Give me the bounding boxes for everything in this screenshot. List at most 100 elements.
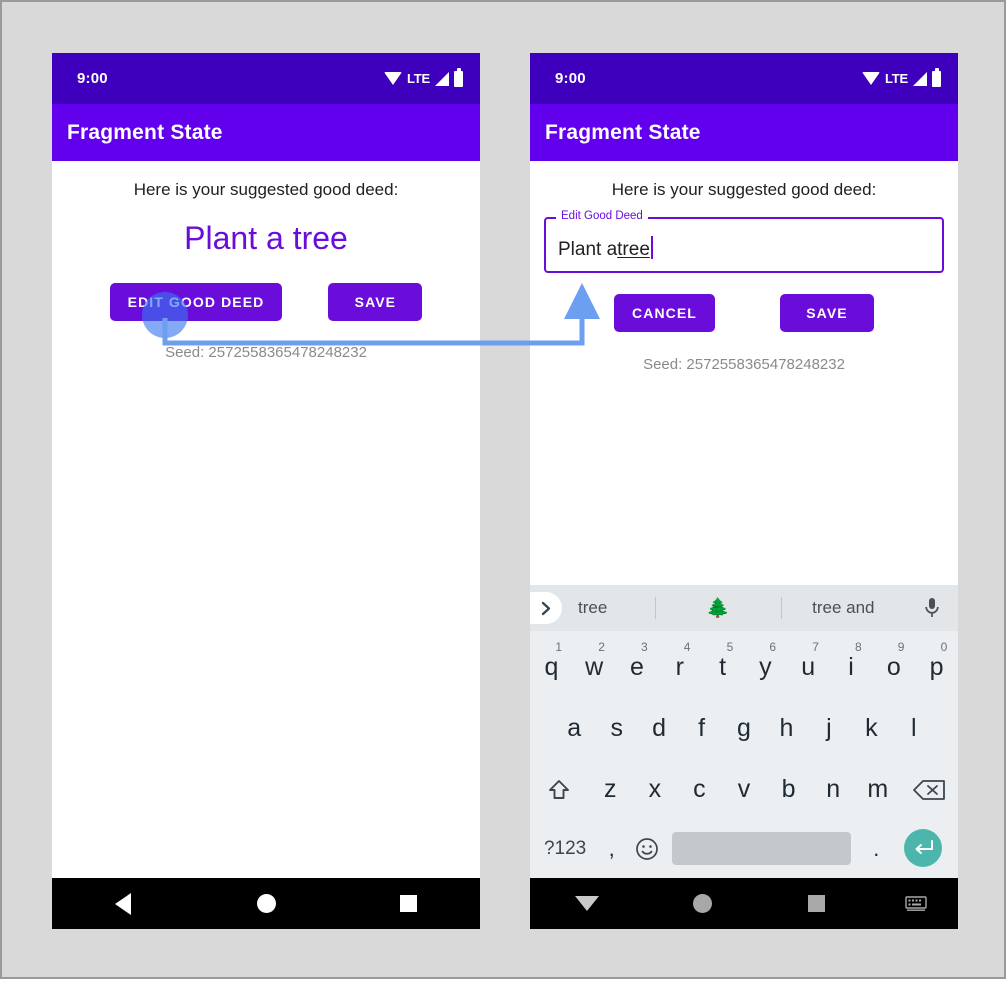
key-q-num: 1: [555, 640, 563, 654]
nav-keyboard-switch-button[interactable]: [874, 895, 958, 912]
key-y-label: y: [759, 653, 772, 681]
suggestion-strip: tree 🌲 tree and: [530, 585, 958, 631]
seed-text: Seed: 2572558365478248232: [165, 344, 367, 361]
edit-good-deed-field[interactable]: Edit Good Deed Plant a tree: [544, 209, 944, 273]
app-bar-left: Fragment State: [52, 104, 480, 161]
keyboard-row-2: a s d f g h j k l: [530, 698, 958, 759]
emoji-smiley-icon: [635, 838, 658, 860]
backspace-icon: [913, 780, 945, 801]
key-p-num: 0: [940, 640, 948, 654]
keyboard-row-1: 1q 2w 3e 4r 5t 6y 7u 8i 9o 0p: [530, 637, 958, 698]
nav-home-button[interactable]: [645, 894, 760, 913]
lte-label: LTE: [885, 71, 908, 86]
nav-recents-button[interactable]: [759, 895, 874, 912]
key-r[interactable]: 4r: [658, 637, 701, 698]
nav-home-button[interactable]: [195, 894, 338, 913]
key-q[interactable]: 1q: [530, 637, 573, 698]
phone-screen-left: 9:00 LTE Fragment State Here is your sug…: [52, 53, 480, 929]
save-button[interactable]: SAVE: [779, 294, 874, 332]
suggestion-tree-emoji[interactable]: 🌲: [655, 596, 780, 620]
nav-back-button[interactable]: [52, 892, 195, 915]
keyboard-row-3: z x c v b n m: [530, 759, 958, 820]
backspace-key[interactable]: [900, 759, 958, 820]
key-b[interactable]: b: [766, 759, 811, 820]
suggestion-tree[interactable]: tree: [530, 598, 655, 618]
back-triangle-icon: [115, 892, 132, 915]
text-field-label: Edit Good Deed: [556, 209, 648, 224]
lte-label: LTE: [407, 71, 430, 86]
key-j[interactable]: j: [808, 698, 850, 759]
suggestion-tree-and[interactable]: tree and: [781, 598, 906, 618]
cancel-button[interactable]: CANCEL: [614, 294, 715, 332]
content-left: Here is your suggested good deed: Plant …: [52, 161, 480, 361]
app-title: Fragment State: [67, 120, 223, 144]
spacebar-key[interactable]: [672, 831, 851, 865]
key-y-num: 6: [769, 640, 777, 654]
key-o-label: o: [886, 653, 901, 681]
status-bar-right: 9:00 LTE: [530, 53, 958, 104]
edit-good-deed-button[interactable]: EDIT GOOD DEED: [109, 283, 283, 321]
key-w[interactable]: 2w: [573, 637, 616, 698]
nav-recents-button[interactable]: [337, 895, 480, 912]
key-k[interactable]: k: [850, 698, 892, 759]
comma-key[interactable]: ,: [594, 818, 629, 879]
recents-square-icon: [400, 895, 418, 912]
key-o[interactable]: 9o: [872, 637, 915, 698]
key-n[interactable]: n: [811, 759, 856, 820]
app-bar-right: Fragment State: [530, 104, 958, 161]
key-t[interactable]: 5t: [701, 637, 744, 698]
key-w-num: 2: [598, 640, 605, 654]
touch-indicator: [142, 292, 188, 338]
key-a[interactable]: a: [553, 698, 595, 759]
key-u-num: 7: [812, 640, 819, 654]
key-g[interactable]: g: [723, 698, 765, 759]
signal-icon: [435, 71, 449, 86]
recents-square-icon: [808, 895, 826, 912]
key-e[interactable]: 3e: [616, 637, 659, 698]
enter-key[interactable]: [894, 829, 952, 867]
wifi-icon: [384, 72, 402, 85]
key-i[interactable]: 8i: [830, 637, 873, 698]
phone-screen-right: 9:00 LTE Fragment State Here is your sug…: [530, 53, 958, 929]
emoji-key[interactable]: [629, 818, 664, 879]
key-e-num: 3: [641, 640, 648, 654]
text-field-value: Plant a tree: [558, 232, 653, 261]
software-keyboard: tree 🌲 tree and 1q 2w 3e 4r 5t 6 y 7 u 8…: [530, 585, 958, 878]
symbols-key[interactable]: ?123: [536, 818, 594, 879]
nav-bar-right: [530, 878, 958, 929]
enter-return-icon: [903, 829, 942, 867]
key-w-label: w: [585, 653, 604, 681]
key-s[interactable]: s: [595, 698, 637, 759]
key-d[interactable]: d: [638, 698, 680, 759]
shift-key[interactable]: [530, 759, 588, 820]
key-m[interactable]: m: [855, 759, 900, 820]
key-p[interactable]: 0p: [915, 637, 958, 698]
key-y[interactable]: 6y: [744, 637, 787, 698]
key-h[interactable]: h: [765, 698, 807, 759]
battery-icon: [454, 67, 463, 87]
save-button[interactable]: SAVE: [328, 283, 423, 321]
content-right: Here is your suggested good deed: Edit G…: [530, 161, 958, 373]
prompt-text: Here is your suggested good deed:: [133, 180, 399, 199]
period-key[interactable]: .: [859, 818, 894, 879]
home-circle-icon: [256, 894, 276, 913]
seed-text: Seed: 2572558365478248232: [643, 356, 845, 373]
key-u[interactable]: 7u: [787, 637, 830, 698]
microphone-icon[interactable]: [906, 597, 958, 619]
key-o-num: 9: [897, 640, 905, 654]
key-c[interactable]: c: [677, 759, 722, 820]
nav-dismiss-keyboard-button[interactable]: [530, 896, 645, 911]
key-p-label: p: [929, 653, 944, 681]
status-bar-icons: LTE: [862, 67, 941, 87]
key-x[interactable]: x: [633, 759, 678, 820]
key-v[interactable]: v: [722, 759, 767, 820]
key-l[interactable]: l: [893, 698, 935, 759]
keyboard-rows: 1q 2w 3e 4r 5t 6y 7u 8i 9o 0p a s d f g: [530, 631, 958, 876]
key-z[interactable]: z: [588, 759, 633, 820]
text-field-value-misspelled: tree: [617, 239, 650, 260]
wifi-icon: [862, 72, 880, 85]
key-f[interactable]: f: [680, 698, 722, 759]
key-q-label: q: [544, 653, 559, 681]
key-r-num: 4: [683, 640, 691, 654]
down-triangle-icon: [575, 896, 600, 911]
